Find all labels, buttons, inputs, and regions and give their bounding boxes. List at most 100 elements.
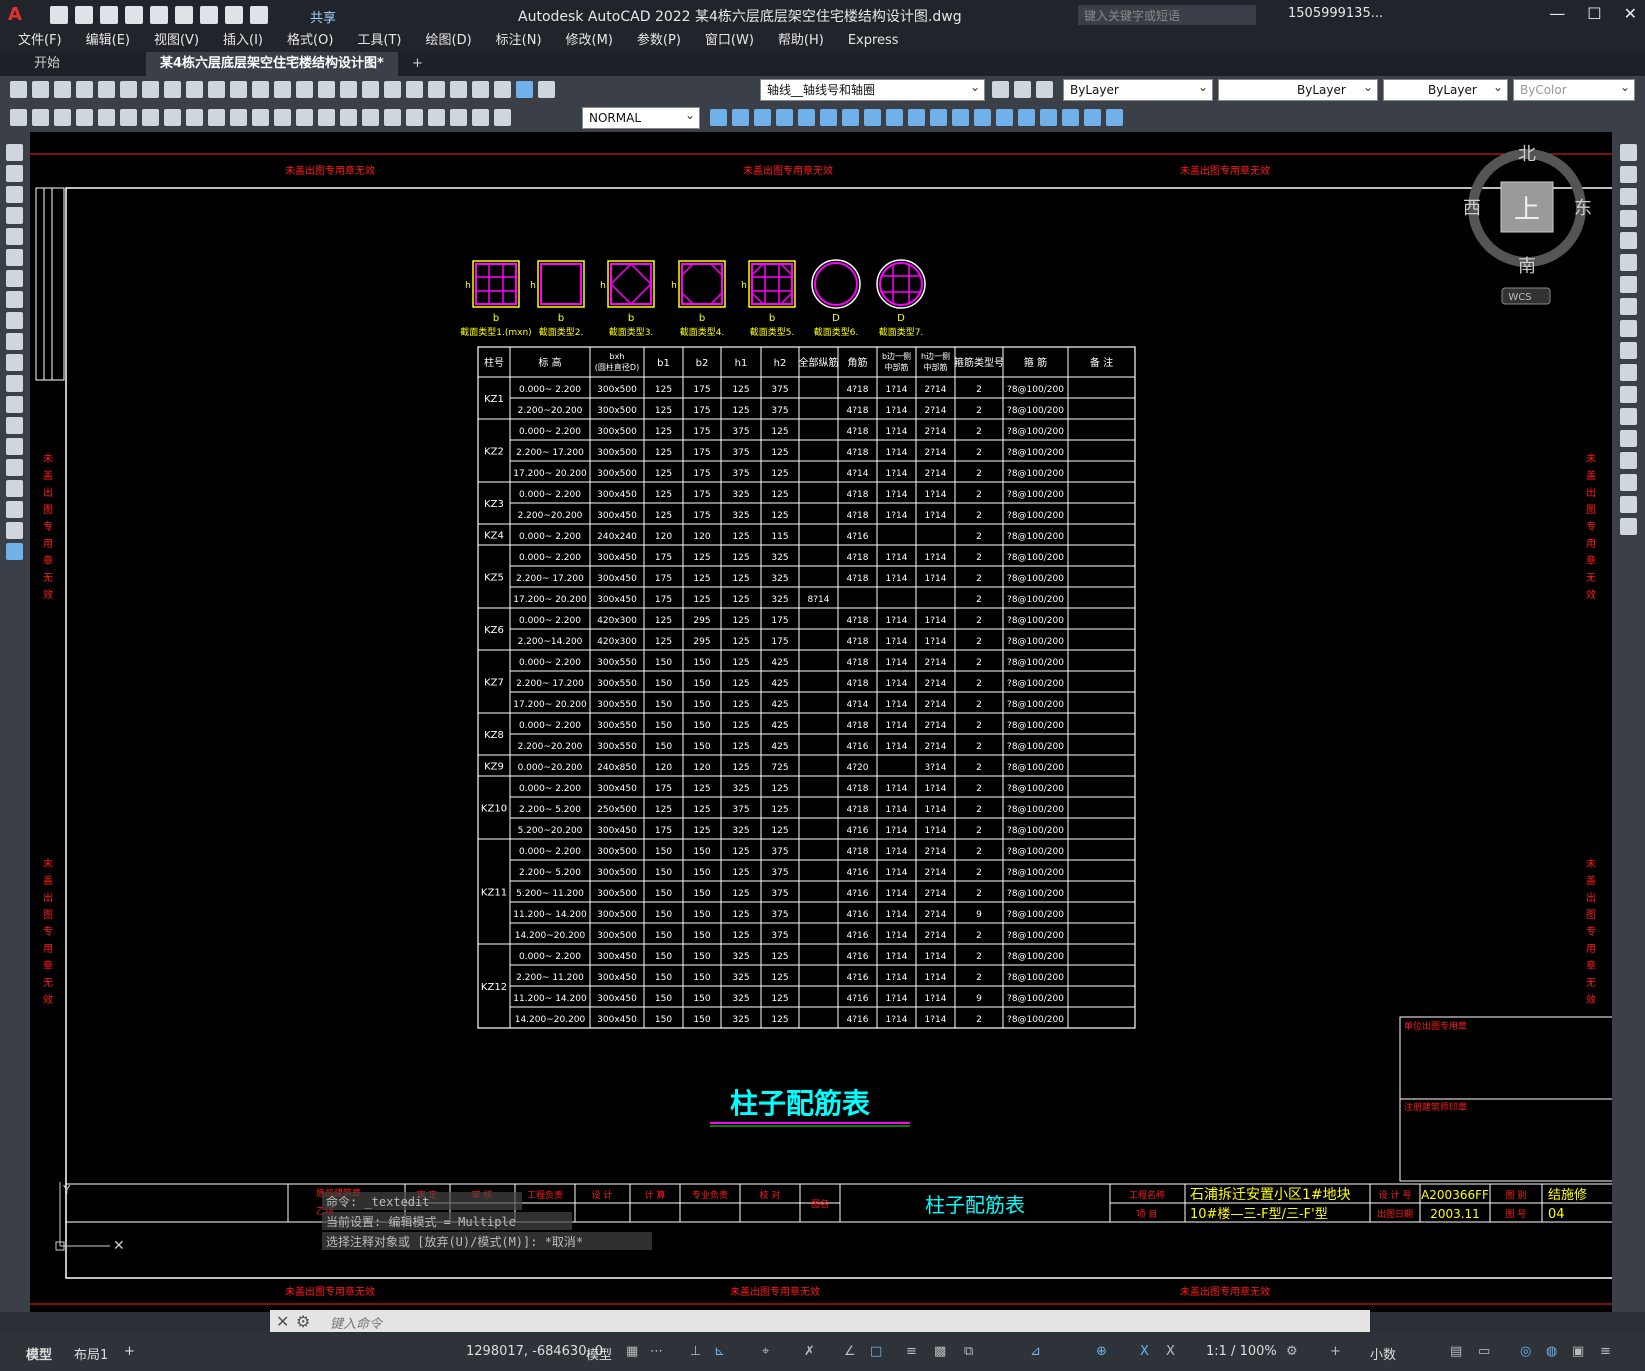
rotate-icon[interactable] — [1620, 276, 1637, 293]
tolerance-icon[interactable] — [362, 109, 379, 126]
construction-line-icon[interactable] — [6, 165, 23, 182]
isodraft-icon[interactable]: ✗ — [804, 1344, 815, 1359]
viewcube-west[interactable]: 西 — [1463, 198, 1481, 219]
workspace-gear-icon[interactable]: ⚙ — [1286, 1344, 1298, 1359]
open-icon[interactable] — [75, 6, 93, 24]
ellipse-arc-icon[interactable] — [6, 354, 23, 371]
view-15-icon[interactable] — [1018, 109, 1035, 126]
drawing-canvas[interactable]: 未盖出图专用章无效 未盖出图专用章无效 未盖出图专用章无效 未盖出图专用章无效 … — [30, 132, 1612, 1312]
plotstyle-dropdown[interactable]: ByColor — [1513, 77, 1635, 101]
annotation-monitor-icon[interactable]: ⊕ — [1096, 1344, 1107, 1359]
menu-tools[interactable]: 工具(T) — [357, 30, 401, 52]
new-icon[interactable] — [50, 6, 68, 24]
view-9-icon[interactable] — [886, 109, 903, 126]
tool-c-icon[interactable] — [54, 109, 71, 126]
open-icon[interactable] — [32, 81, 49, 98]
toolpalettes-icon[interactable] — [428, 81, 445, 98]
markup-icon[interactable] — [472, 81, 489, 98]
gradient-icon[interactable] — [6, 459, 23, 476]
dim-text-edit-icon[interactable] — [472, 109, 489, 126]
tab-active-drawing[interactable]: 某4栋六层底层架空住宅楼结构设计图* — [146, 52, 398, 76]
view-1-icon[interactable] — [710, 109, 727, 126]
undo-icon[interactable] — [225, 6, 243, 24]
add-layout-button[interactable]: + — [124, 1344, 135, 1359]
viewcube-east[interactable]: 东 — [1574, 198, 1592, 219]
layer-properties-icon[interactable] — [538, 81, 555, 98]
scale-icon[interactable] — [1620, 298, 1637, 315]
calculator-icon[interactable] — [494, 81, 511, 98]
arc-icon[interactable] — [6, 249, 23, 266]
array-icon[interactable] — [1620, 232, 1637, 249]
quick-dim-icon[interactable] — [252, 109, 269, 126]
dim-space-icon[interactable] — [318, 109, 335, 126]
extend-icon[interactable] — [1620, 364, 1637, 381]
web-save-icon[interactable] — [175, 6, 193, 24]
circle-icon[interactable] — [6, 270, 23, 287]
help-icon[interactable] — [516, 81, 533, 98]
matchprop-icon[interactable] — [230, 81, 247, 98]
grid-icon[interactable]: ▦ — [626, 1344, 638, 1359]
dim-arc-icon[interactable] — [120, 109, 137, 126]
make-current-icon[interactable] — [992, 81, 1009, 98]
dim-aligned-icon[interactable] — [98, 109, 115, 126]
zoom-realtime-icon[interactable] — [318, 81, 335, 98]
trim-icon[interactable] — [1620, 342, 1637, 359]
ortho-icon[interactable]: ⊾ — [714, 1344, 725, 1359]
search-input[interactable]: 键入关键字或短语 — [1078, 5, 1256, 25]
text-style-dropdown[interactable]: NORMAL — [582, 105, 700, 129]
fillet-icon[interactable] — [1620, 474, 1637, 491]
clean-screen-icon[interactable]: ▣ — [1572, 1344, 1584, 1359]
hatch-icon[interactable] — [6, 438, 23, 455]
dim-break-icon[interactable] — [340, 109, 357, 126]
tab-model[interactable]: 模型 — [26, 1344, 52, 1363]
close-button[interactable]: ✕ — [1624, 4, 1637, 23]
view-19-icon[interactable] — [1106, 109, 1123, 126]
layer-state-icon[interactable] — [1036, 81, 1053, 98]
hardware-accel-icon[interactable]: ◍ — [1546, 1344, 1557, 1359]
insert-block-icon[interactable] — [6, 375, 23, 392]
stretch-icon[interactable] — [1620, 320, 1637, 337]
menu-insert[interactable]: 插入(I) — [223, 30, 263, 52]
view-2-icon[interactable] — [732, 109, 749, 126]
spline-icon[interactable] — [6, 312, 23, 329]
close-cmd-icon[interactable]: ✕ — [276, 1312, 289, 1331]
qnew-icon[interactable] — [10, 81, 27, 98]
lineweight-dropdown[interactable]: ByLayer — [1383, 77, 1508, 101]
break-at-point-icon[interactable] — [1620, 386, 1637, 403]
new-tab-button[interactable]: + — [398, 52, 437, 76]
tab-layout1[interactable]: 布局1 — [74, 1344, 108, 1363]
tool-a-icon[interactable] — [10, 109, 27, 126]
annotation-visibility-icon[interactable]: Ⅹ — [1140, 1344, 1149, 1359]
viewcube-top[interactable]: 上 — [1514, 195, 1540, 225]
saveas-icon[interactable] — [125, 6, 143, 24]
offset-icon[interactable] — [1620, 210, 1637, 227]
menu-format[interactable]: 格式(O) — [287, 30, 333, 52]
3d-print-icon[interactable] — [142, 81, 159, 98]
view-18-icon[interactable] — [1084, 109, 1101, 126]
dim-linear-icon[interactable] — [76, 109, 93, 126]
user-account[interactable]: 1505999135... — [1288, 6, 1383, 21]
point-icon[interactable] — [6, 417, 23, 434]
view-14-icon[interactable] — [996, 109, 1013, 126]
copy-icon[interactable] — [186, 81, 203, 98]
menu-draw[interactable]: 绘图(D) — [426, 30, 472, 52]
menu-file[interactable]: 文件(F) — [18, 30, 62, 52]
lock-ui-icon[interactable]: ▭ — [1478, 1344, 1490, 1359]
designcenter-icon[interactable] — [406, 81, 423, 98]
make-block-icon[interactable] — [6, 396, 23, 413]
transparency-icon[interactable]: ▩ — [934, 1344, 946, 1359]
command-input[interactable]: 键入命令 — [330, 1313, 382, 1332]
quick-properties-icon[interactable]: ▤ — [1450, 1344, 1462, 1359]
properties-icon[interactable] — [384, 81, 401, 98]
autocad-logo-icon[interactable]: A — [8, 4, 30, 26]
view-13-icon[interactable] — [974, 109, 991, 126]
zoom-window-icon[interactable] — [340, 81, 357, 98]
save-icon[interactable] — [100, 6, 118, 24]
publish-icon[interactable] — [120, 81, 137, 98]
plot-icon[interactable] — [200, 6, 218, 24]
osnap-icon[interactable]: □ — [870, 1344, 882, 1359]
menu-window[interactable]: 窗口(W) — [705, 30, 754, 52]
print-icon[interactable] — [76, 81, 93, 98]
customization-icon[interactable]: ≡ — [1600, 1344, 1611, 1359]
preview-icon[interactable] — [98, 81, 115, 98]
